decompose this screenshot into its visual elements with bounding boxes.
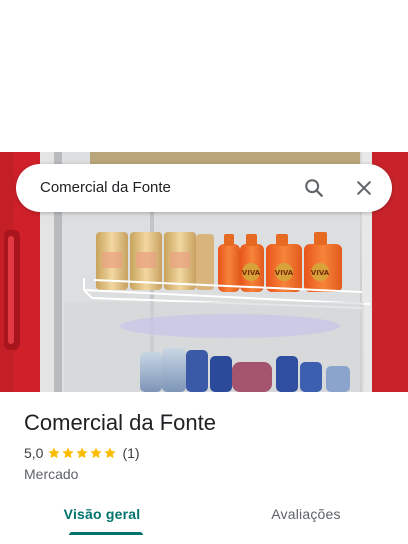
close-button[interactable]: [350, 174, 378, 202]
tab-overview[interactable]: Visão geral: [0, 496, 204, 536]
bottle-label: VIVA: [275, 269, 294, 277]
review-count[interactable]: (1): [122, 445, 139, 461]
search-query-text[interactable]: Comercial da Fonte: [40, 178, 171, 198]
bottle-label: VIVA: [311, 269, 330, 277]
rating-stars: [47, 446, 117, 460]
place-title: Comercial da Fonte: [24, 410, 216, 435]
star-icon: [62, 447, 75, 459]
place-tabs: Visão geral Avaliações: [0, 496, 408, 536]
star-icon: [90, 447, 103, 459]
tab-reviews[interactable]: Avaliações: [204, 496, 408, 536]
search-bar[interactable]: Comercial da Fonte: [16, 164, 392, 212]
star-icon: [104, 447, 117, 459]
search-icon: [305, 179, 323, 197]
place-screen: VIVA VIVA VIVA Comercial da Fonte Comerc…: [0, 0, 408, 544]
rating-value: 5,0: [24, 445, 44, 461]
search-button[interactable]: [300, 174, 328, 202]
rating-row[interactable]: 5,0 (1): [24, 444, 140, 462]
star-icon: [48, 447, 61, 459]
tab-selected-indicator: [69, 532, 143, 535]
bottle-label: VIVA: [242, 269, 261, 277]
star-icon: [76, 447, 89, 459]
place-category: Mercado: [24, 466, 79, 482]
close-icon: [357, 181, 371, 195]
